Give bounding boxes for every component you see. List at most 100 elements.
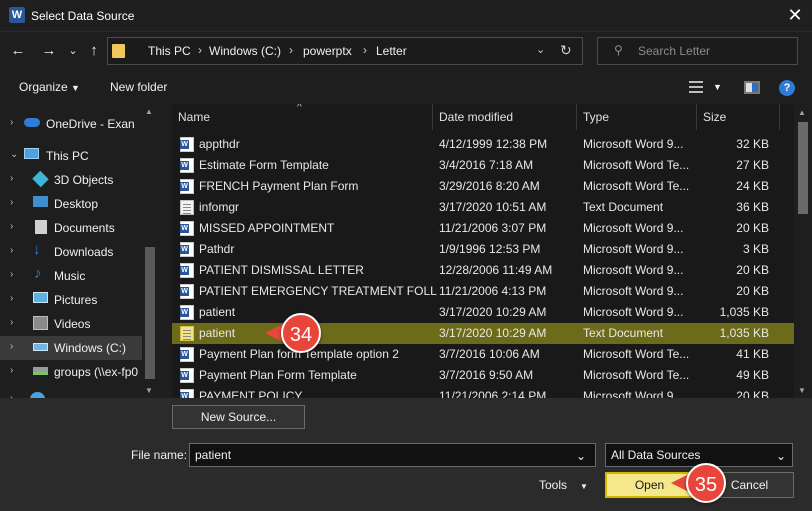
- address-dropdown-chevron-icon[interactable]: ⌄: [536, 43, 545, 56]
- step-callout-35: 35: [686, 463, 726, 503]
- file-name-dropdown-chevron-icon[interactable]: ⌄: [576, 449, 586, 463]
- table-row[interactable]: PAYMENT POLICY 11/21/2006 2:14 PM Microsof…: [172, 386, 794, 398]
- table-row[interactable]: PATIENT DISMISSAL LETTER 12/28/2006 11:49…: [172, 260, 794, 281]
- tools-menu[interactable]: Tools ▼: [539, 478, 588, 492]
- file-name-cell: PATIENT EMERGENCY TREATMENT FOLL...: [199, 284, 437, 298]
- navigation-pane: › OneDrive - Exan ⌄ This PC › 3D Objects…: [0, 104, 158, 398]
- sidebar-item-onedrive[interactable]: › OneDrive - Exan: [0, 112, 142, 136]
- date-modified-cell: 12/28/2006 11:49 AM: [439, 263, 553, 277]
- table-row[interactable]: Payment Plan Form Template 3/7/2016 9:50 …: [172, 365, 794, 386]
- sidebar-item-3d-objects[interactable]: › 3D Objects: [0, 168, 142, 192]
- expand-chevron-icon[interactable]: ›: [10, 117, 13, 128]
- column-header-size[interactable]: Size: [697, 104, 780, 130]
- sidebar-item-network[interactable]: ›: [0, 388, 142, 398]
- file-type-cell: Microsoft Word Te...: [583, 158, 690, 172]
- breadcrumb-letter[interactable]: Letter: [376, 44, 407, 58]
- column-header-name[interactable]: Name: [172, 104, 433, 130]
- expand-chevron-icon[interactable]: ›: [10, 197, 13, 208]
- sidebar-item-desktop[interactable]: › Desktop: [0, 192, 142, 216]
- help-icon[interactable]: ?: [779, 80, 795, 96]
- file-name-cell: MISSED APPOINTMENT: [199, 221, 335, 235]
- collapse-chevron-icon[interactable]: ⌄: [10, 149, 18, 160]
- file-size-cell: 24 KB: [736, 179, 769, 193]
- new-folder-button[interactable]: New folder: [110, 80, 167, 94]
- word-doc-icon: [180, 242, 194, 257]
- new-source-button[interactable]: New Source...: [172, 405, 305, 429]
- date-modified-cell: 3/7/2016 9:50 AM: [439, 368, 534, 382]
- file-name-cell: FRENCH Payment Plan Form: [199, 179, 359, 193]
- file-name-input[interactable]: patient ⌄: [189, 443, 596, 467]
- file-name-cell: Estimate Form Template: [199, 158, 329, 172]
- view-options-chevron-icon[interactable]: ▼: [713, 82, 722, 92]
- sidebar-scroll-thumb[interactable]: [145, 247, 155, 379]
- file-list-scroll-thumb[interactable]: [798, 122, 808, 214]
- refresh-icon[interactable]: ↻: [560, 42, 572, 59]
- sidebar-item-windows-c[interactable]: › Windows (C:): [0, 336, 142, 360]
- table-row[interactable]: Payment Plan form Template option 2 3/7/2…: [172, 344, 794, 365]
- breadcrumb-powerptx[interactable]: powerptx: [303, 44, 352, 58]
- expand-chevron-icon[interactable]: ›: [10, 341, 13, 352]
- file-name-cell: appthdr: [199, 137, 240, 151]
- table-row[interactable]: infomgr 3/17/2020 10:51 AM Text Document 36…: [172, 197, 794, 218]
- table-row[interactable]: FRENCH Payment Plan Form 3/29/2016 8:20 A…: [172, 176, 794, 197]
- table-row[interactable]: MISSED APPOINTMENT 11/21/2006 3:07 PM Micr…: [172, 218, 794, 239]
- date-modified-cell: 11/21/2006 4:13 PM: [439, 284, 547, 298]
- sidebar-item-documents[interactable]: › Documents: [0, 216, 142, 240]
- expand-chevron-icon[interactable]: ›: [10, 221, 13, 232]
- breadcrumb-separator[interactable]: ›: [363, 43, 367, 57]
- back-arrow-icon[interactable]: ←: [9, 42, 27, 60]
- sidebar-item-videos[interactable]: › Videos: [0, 312, 142, 336]
- table-row[interactable]: patient 3/17/2020 10:29 AM Microsoft Word …: [172, 302, 794, 323]
- sidebar-item-this-pc[interactable]: ⌄ This PC: [0, 144, 142, 168]
- organize-menu[interactable]: Organize ▼: [19, 80, 80, 94]
- text-doc-icon: [180, 200, 194, 215]
- sidebar-item-downloads[interactable]: › ↓ Downloads: [0, 240, 142, 264]
- sidebar-item-pictures[interactable]: › Pictures: [0, 288, 142, 312]
- address-bar[interactable]: This PC › Windows (C:) › powerptx › Lett…: [107, 37, 583, 65]
- file-name-cell: Payment Plan form Template option 2: [199, 347, 399, 361]
- expand-chevron-icon[interactable]: ›: [10, 173, 13, 184]
- file-size-cell: 41 KB: [736, 347, 769, 361]
- column-header-type[interactable]: Type: [577, 104, 697, 130]
- expand-chevron-icon[interactable]: ›: [10, 245, 13, 256]
- table-row[interactable]: PATIENT EMERGENCY TREATMENT FOLL...11/21…: [172, 281, 794, 302]
- table-row[interactable]: appthdr 4/12/1999 12:38 PM Microsoft Word …: [172, 134, 794, 155]
- expand-chevron-icon[interactable]: ›: [10, 365, 13, 376]
- preview-pane-icon[interactable]: [744, 81, 760, 94]
- filter-dropdown-chevron-icon[interactable]: ⌄: [776, 449, 786, 463]
- scroll-down-arrow-icon[interactable]: ▼: [145, 386, 153, 395]
- breadcrumb-separator[interactable]: ›: [289, 43, 293, 57]
- column-header-date[interactable]: Date modified: [433, 104, 577, 130]
- sidebar-item-music[interactable]: › ♪ Music: [0, 264, 142, 288]
- scroll-up-arrow-icon[interactable]: ▲: [798, 108, 806, 117]
- sidebar-item-groups[interactable]: › groups (\\ex-fp0: [0, 360, 142, 384]
- up-arrow-icon[interactable]: ↑: [85, 42, 103, 60]
- breadcrumb-windows-c[interactable]: Windows (C:): [209, 44, 281, 58]
- breadcrumb-this-pc[interactable]: This PC: [148, 44, 191, 58]
- table-row[interactable]: Estimate Form Template 3/4/2016 7:18 AM Mi…: [172, 155, 794, 176]
- view-options-icon[interactable]: [689, 81, 703, 93]
- expand-chevron-icon[interactable]: ›: [10, 317, 13, 328]
- sidebar-scrollbar[interactable]: ▲ ▼: [142, 104, 158, 398]
- scroll-up-arrow-icon[interactable]: ▲: [145, 107, 153, 116]
- cube-icon: [32, 170, 49, 188]
- file-list-scrollbar[interactable]: ▲ ▼: [794, 104, 812, 398]
- file-name-value: patient: [195, 448, 232, 462]
- scroll-down-arrow-icon[interactable]: ▼: [798, 386, 806, 395]
- expand-chevron-icon[interactable]: ›: [10, 269, 13, 280]
- sidebar-item-label: Desktop: [54, 197, 99, 211]
- close-icon[interactable]: ✕: [778, 0, 812, 32]
- search-box[interactable]: ⚲ Search Letter: [597, 37, 798, 65]
- breadcrumb-separator[interactable]: ›: [198, 43, 202, 57]
- file-type-cell: Microsoft Word 9...: [583, 305, 684, 319]
- table-row[interactable]: Pathdr 1/9/1996 12:53 PM Microsoft Word 9.…: [172, 239, 794, 260]
- word-doc-icon: [180, 263, 194, 278]
- file-size-cell: 32 KB: [736, 137, 769, 151]
- tools-label: Tools: [539, 478, 568, 492]
- word-doc-icon: [180, 158, 194, 173]
- forward-arrow-icon[interactable]: →: [40, 42, 58, 60]
- recent-locations-chevron-icon[interactable]: ⌄: [64, 42, 82, 60]
- expand-chevron-icon[interactable]: ›: [10, 293, 13, 304]
- column-header-label: Name: [178, 110, 211, 124]
- music-icon: ♪: [34, 265, 42, 282]
